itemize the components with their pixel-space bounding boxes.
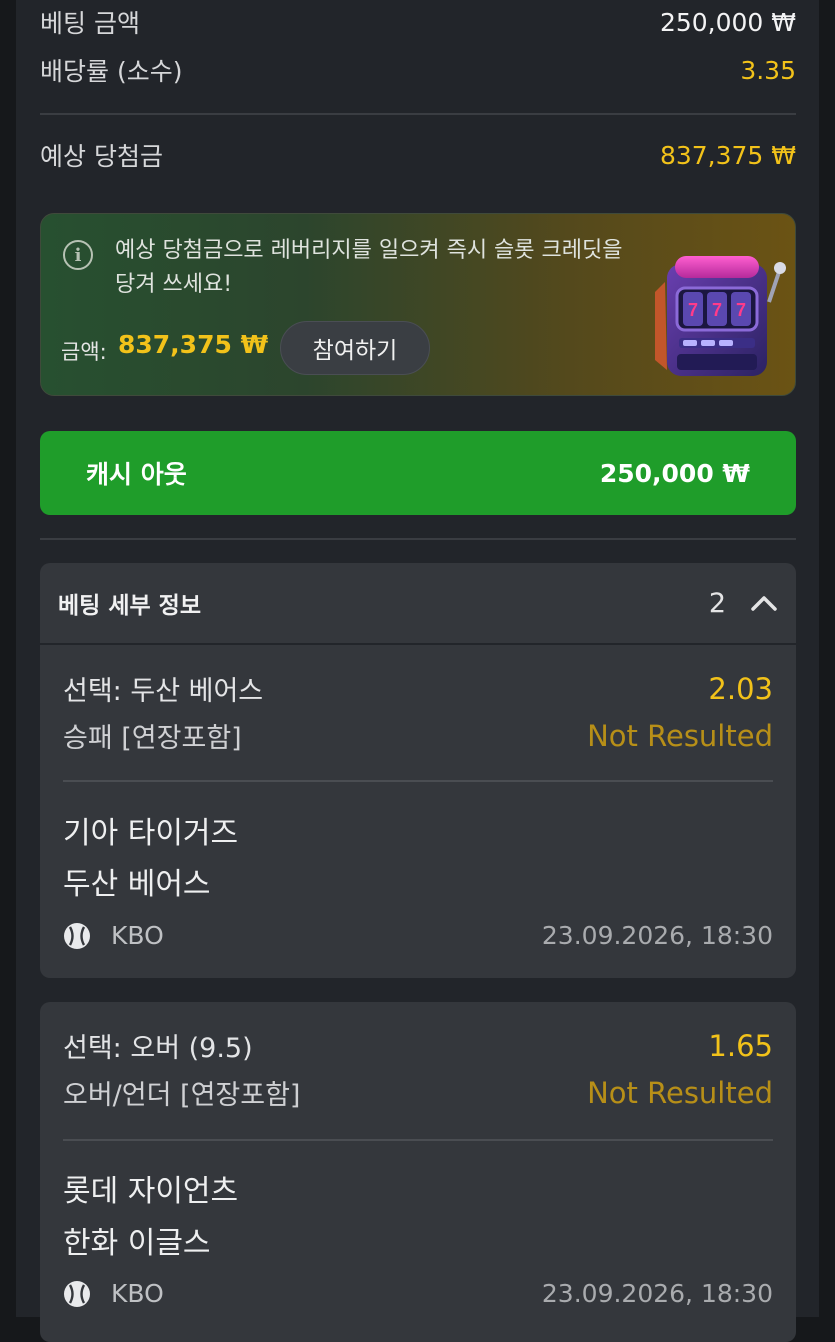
card-divider xyxy=(63,1139,773,1141)
slot-machine-image: 7 7 7 xyxy=(655,256,786,376)
slot-credit-promo: i 예상 당첨금으로 레버리지를 일으켜 즉시 슬롯 크레딧을 당겨 쓰세요! … xyxy=(40,213,796,396)
event-meta: KBO 23.09.2026, 18:30 xyxy=(63,1279,773,1308)
summary-divider xyxy=(40,113,796,115)
bet-details-title: 베팅 세부 정보 xyxy=(58,593,201,619)
join-button[interactable]: 참여하기 xyxy=(280,321,430,375)
league-name: KBO xyxy=(111,921,164,950)
svg-text:7: 7 xyxy=(712,300,722,320)
promo-amount-label: 금액: xyxy=(61,340,107,364)
cashout-button[interactable]: 캐시 아웃 250,000 ₩ xyxy=(40,431,796,515)
svg-text:7: 7 xyxy=(736,300,746,320)
expected-win-value: 837,375 ₩ xyxy=(659,140,796,170)
bet-details-header[interactable]: 베팅 세부 정보 2 xyxy=(40,563,796,643)
event-meta: KBO 23.09.2026, 18:30 xyxy=(63,921,773,950)
promo-amount-value: 837,375 ₩ xyxy=(118,330,269,359)
baseball-icon xyxy=(64,1280,90,1307)
info-icon: i xyxy=(63,240,93,270)
svg-text:7: 7 xyxy=(688,300,698,320)
selection-card: 선택: 오버 (9.5) 1.65 오버/언더 [연장포함] Not Resul… xyxy=(40,1002,796,1342)
home-team: 기아 타이거즈 xyxy=(63,816,239,851)
market-line: 오버/언더 [연장포함] Not Resulted xyxy=(63,1073,773,1112)
bet-amount-row: 베팅 금액 250,000 ₩ xyxy=(40,4,796,40)
selection-odds: 1.65 xyxy=(708,1028,773,1063)
result-status: Not Resulted xyxy=(587,718,773,753)
league-info: KBO xyxy=(63,1279,164,1308)
card-divider xyxy=(63,780,773,782)
chevron-up-icon[interactable] xyxy=(750,594,778,612)
home-team: 롯데 자이언츠 xyxy=(63,1174,239,1209)
event-datetime: 23.09.2026, 18:30 xyxy=(541,1279,773,1308)
bet-amount-value: 250,000 ₩ xyxy=(659,7,796,37)
league-name: KBO xyxy=(111,1279,164,1308)
selection-line: 선택: 두산 베어스 2.03 xyxy=(63,669,773,708)
bet-details-controls: 2 xyxy=(709,588,778,619)
cashout-label: 캐시 아웃 xyxy=(86,460,187,489)
selection-name: 선택: 두산 베어스 xyxy=(63,676,264,707)
bet-amount-label: 베팅 금액 xyxy=(40,9,140,38)
section-divider xyxy=(40,538,796,540)
baseball-icon xyxy=(64,922,90,949)
selection-card: 선택: 두산 베어스 2.03 승패 [연장포함] Not Resulted 기… xyxy=(40,645,796,978)
selection-count: 2 xyxy=(708,587,726,619)
expected-win-row: 예상 당첨금 837,375 ₩ xyxy=(40,137,796,173)
away-team: 한화 이글스 xyxy=(63,1226,211,1261)
expected-win-label: 예상 당첨금 xyxy=(40,142,163,171)
odds-value: 3.35 xyxy=(740,55,796,85)
odds-label: 배당률 (소수) xyxy=(40,57,183,86)
market-line: 승패 [연장포함] Not Resulted xyxy=(63,716,773,755)
cashout-value: 250,000 ₩ xyxy=(599,458,750,488)
selection-odds: 2.03 xyxy=(708,671,773,706)
event-datetime: 23.09.2026, 18:30 xyxy=(541,921,773,950)
market-name: 오버/언더 [연장포함] xyxy=(63,1080,301,1111)
odds-row: 배당률 (소수) 3.35 xyxy=(40,52,796,88)
selection-name: 선택: 오버 (9.5) xyxy=(63,1033,253,1064)
market-name: 승패 [연장포함] xyxy=(63,723,242,754)
result-status: Not Resulted xyxy=(587,1075,773,1110)
away-team: 두산 베어스 xyxy=(63,867,211,902)
promo-message: 예상 당첨금으로 레버리지를 일으켜 즉시 슬롯 크레딧을 당겨 쓰세요! xyxy=(115,238,623,297)
selection-line: 선택: 오버 (9.5) 1.65 xyxy=(63,1026,773,1065)
league-info: KBO xyxy=(63,921,164,950)
